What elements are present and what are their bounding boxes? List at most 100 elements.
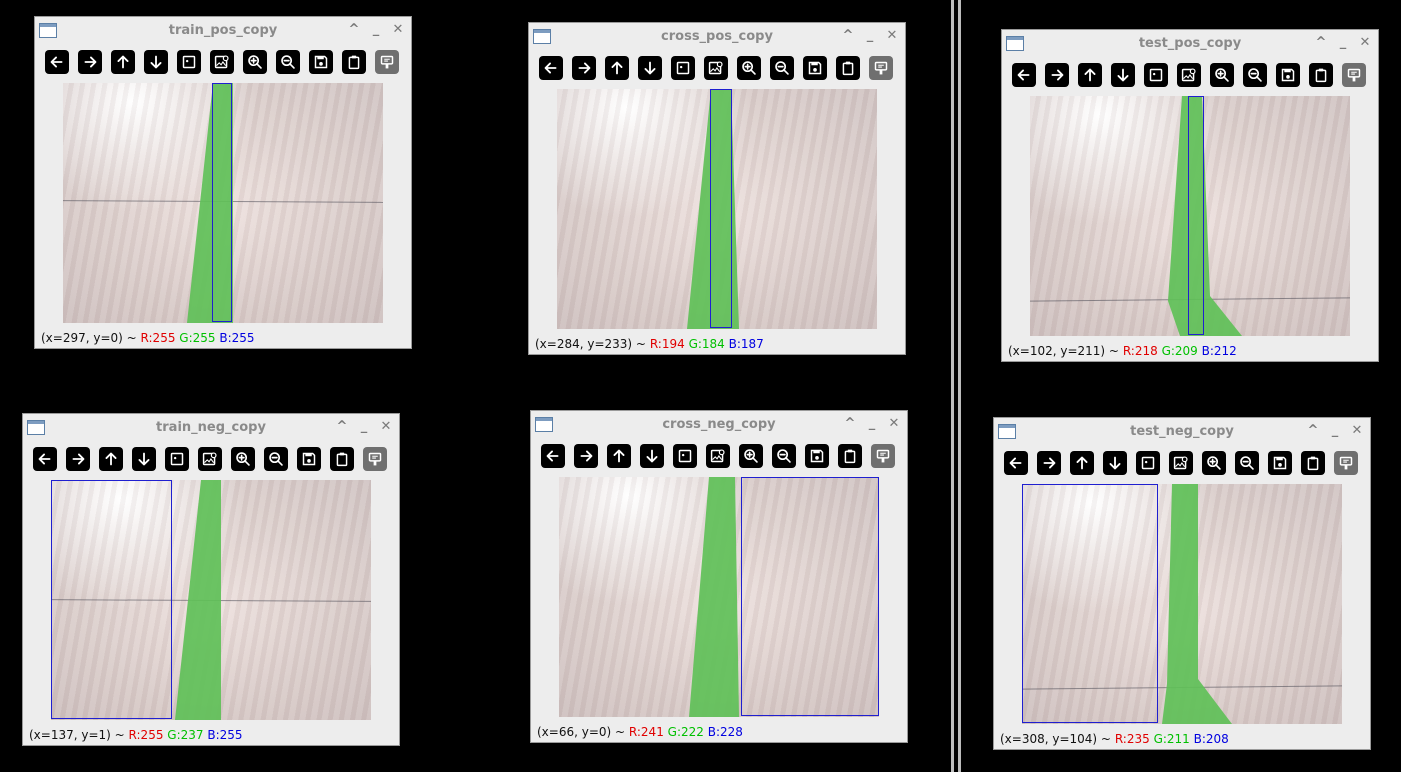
properties-button[interactable] bbox=[869, 56, 893, 80]
pan-up-button[interactable] bbox=[1078, 63, 1102, 87]
image-view[interactable] bbox=[1022, 484, 1342, 724]
zoom-out-button[interactable] bbox=[264, 447, 288, 471]
pan-left-button[interactable] bbox=[1012, 63, 1036, 87]
close-button[interactable]: ✕ bbox=[1358, 34, 1372, 52]
zoom-fit-button[interactable] bbox=[1144, 63, 1168, 87]
zoom-in-button[interactable] bbox=[1210, 63, 1234, 87]
image-view[interactable] bbox=[557, 89, 877, 329]
zoom-image-button[interactable] bbox=[198, 447, 222, 471]
zoom-fit-button[interactable] bbox=[165, 447, 189, 471]
zoom-fit-icon bbox=[674, 445, 696, 467]
title-bar[interactable]: test_neg_copy ^ _ ✕ bbox=[994, 418, 1370, 446]
zoom-out-button[interactable] bbox=[276, 50, 300, 74]
zoom-fit-button[interactable] bbox=[671, 56, 695, 80]
zoom-image-button[interactable] bbox=[704, 56, 728, 80]
zoom-fit-icon bbox=[672, 57, 694, 79]
save-button[interactable] bbox=[309, 50, 333, 74]
zoom-in-button[interactable] bbox=[737, 56, 761, 80]
close-button[interactable]: ✕ bbox=[379, 418, 393, 436]
properties-button[interactable] bbox=[1334, 451, 1358, 475]
copy-button[interactable] bbox=[342, 50, 366, 74]
close-button[interactable]: ✕ bbox=[885, 27, 899, 45]
zoom-fit-icon bbox=[178, 51, 200, 73]
maximize-button[interactable]: ^ bbox=[335, 418, 349, 436]
title-bar[interactable]: cross_neg_copy ^ _ ✕ bbox=[531, 411, 907, 439]
save-button[interactable] bbox=[1268, 451, 1292, 475]
zoom-image-button[interactable] bbox=[706, 444, 730, 468]
zoom-in-button[interactable] bbox=[243, 50, 267, 74]
image-view[interactable] bbox=[1030, 96, 1350, 336]
minimize-button[interactable]: _ bbox=[369, 21, 383, 39]
pan-right-button[interactable] bbox=[1037, 451, 1061, 475]
minimize-button[interactable]: _ bbox=[357, 418, 371, 436]
image-view[interactable] bbox=[559, 477, 879, 717]
pan-down-button[interactable] bbox=[132, 447, 156, 471]
pan-right-button[interactable] bbox=[78, 50, 102, 74]
copy-button[interactable] bbox=[838, 444, 862, 468]
title-bar[interactable]: train_neg_copy ^ _ ✕ bbox=[23, 414, 399, 442]
maximize-button[interactable]: ^ bbox=[843, 415, 857, 433]
properties-button[interactable] bbox=[375, 50, 399, 74]
pan-up-button[interactable] bbox=[99, 447, 123, 471]
pan-left-button[interactable] bbox=[539, 56, 563, 80]
zoom-fit-button[interactable] bbox=[673, 444, 697, 468]
pan-left-button[interactable] bbox=[33, 447, 57, 471]
zoom-fit-button[interactable] bbox=[177, 50, 201, 74]
pan-down-button[interactable] bbox=[638, 56, 662, 80]
pan-up-button[interactable] bbox=[111, 50, 135, 74]
zoom-in-button[interactable] bbox=[739, 444, 763, 468]
zoom-image-button[interactable] bbox=[210, 50, 234, 74]
pan-up-button[interactable] bbox=[605, 56, 629, 80]
pan-down-button[interactable] bbox=[144, 50, 168, 74]
pan-right-button[interactable] bbox=[66, 447, 90, 471]
zoom-image-button[interactable] bbox=[1177, 63, 1201, 87]
properties-button[interactable] bbox=[363, 447, 387, 471]
title-bar[interactable]: cross_pos_copy ^ _ ✕ bbox=[529, 23, 905, 51]
maximize-button[interactable]: ^ bbox=[841, 27, 855, 45]
minimize-button[interactable]: _ bbox=[1336, 34, 1350, 52]
minimize-button[interactable]: _ bbox=[865, 415, 879, 433]
save-button[interactable] bbox=[803, 56, 827, 80]
close-button[interactable]: ✕ bbox=[887, 415, 901, 433]
properties-button[interactable] bbox=[1342, 63, 1366, 87]
title-bar[interactable]: test_pos_copy ^ _ ✕ bbox=[1002, 30, 1378, 58]
copy-button[interactable] bbox=[330, 447, 354, 471]
close-button[interactable]: ✕ bbox=[391, 21, 405, 39]
close-button[interactable]: ✕ bbox=[1350, 422, 1364, 440]
pan-up-button[interactable] bbox=[607, 444, 631, 468]
pan-left-button[interactable] bbox=[541, 444, 565, 468]
zoom-in-button[interactable] bbox=[231, 447, 255, 471]
zoom-in-button[interactable] bbox=[1202, 451, 1226, 475]
pan-down-button[interactable] bbox=[640, 444, 664, 468]
pan-left-button[interactable] bbox=[45, 50, 69, 74]
zoom-out-button[interactable] bbox=[1243, 63, 1267, 87]
image-view[interactable] bbox=[51, 480, 371, 720]
green-value: G:211 bbox=[1153, 732, 1190, 746]
zoom-fit-button[interactable] bbox=[1136, 451, 1160, 475]
minimize-button[interactable]: _ bbox=[1328, 422, 1342, 440]
maximize-button[interactable]: ^ bbox=[347, 21, 361, 39]
pan-right-button[interactable] bbox=[574, 444, 598, 468]
zoom-out-button[interactable] bbox=[770, 56, 794, 80]
copy-button[interactable] bbox=[1301, 451, 1325, 475]
pan-right-button[interactable] bbox=[572, 56, 596, 80]
title-bar[interactable]: train_pos_copy ^ _ ✕ bbox=[35, 17, 411, 45]
minimize-button[interactable]: _ bbox=[863, 27, 877, 45]
copy-button[interactable] bbox=[1309, 63, 1333, 87]
zoom-image-button[interactable] bbox=[1169, 451, 1193, 475]
save-button[interactable] bbox=[1276, 63, 1300, 87]
maximize-button[interactable]: ^ bbox=[1306, 422, 1320, 440]
copy-button[interactable] bbox=[836, 56, 860, 80]
pan-down-button[interactable] bbox=[1103, 451, 1127, 475]
pan-up-button[interactable] bbox=[1070, 451, 1094, 475]
save-button[interactable] bbox=[297, 447, 321, 471]
save-button[interactable] bbox=[805, 444, 829, 468]
maximize-button[interactable]: ^ bbox=[1314, 34, 1328, 52]
pan-left-button[interactable] bbox=[1004, 451, 1028, 475]
image-view[interactable] bbox=[63, 83, 383, 323]
pan-right-button[interactable] bbox=[1045, 63, 1069, 87]
zoom-out-button[interactable] bbox=[1235, 451, 1259, 475]
properties-button[interactable] bbox=[871, 444, 895, 468]
pan-down-button[interactable] bbox=[1111, 63, 1135, 87]
zoom-out-button[interactable] bbox=[772, 444, 796, 468]
